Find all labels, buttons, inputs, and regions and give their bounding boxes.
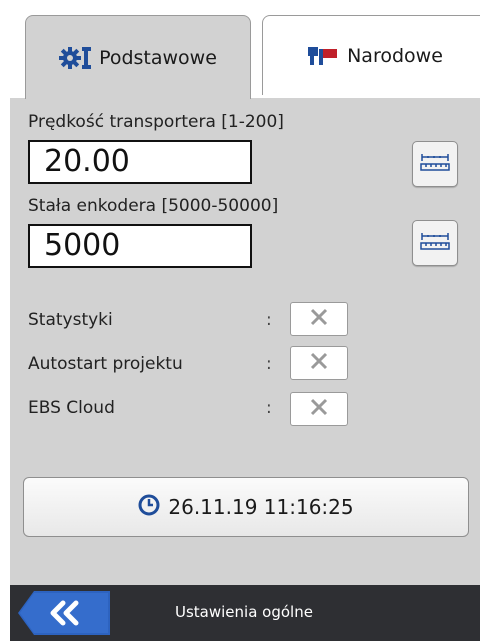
option-separator: : [266,354,272,374]
ruler-icon [420,231,450,255]
bottom-bar: Ustawienia ogólne [10,585,480,641]
clock-icon [138,494,160,521]
option-label-statistics: Statystyki [28,310,113,330]
ruler-icon [420,152,450,176]
settings-screen: Narodowe Prędkość transportera [1-200] 2… [10,0,480,641]
conveyor-speed-input[interactable]: 20.00 [28,140,252,184]
x-mark-icon [309,397,329,421]
statistics-checkbox[interactable] [290,302,348,336]
field-label-encoder-constant: Stała enkodera [5000-50000] [28,196,279,216]
option-separator: : [266,310,272,330]
datetime-button[interactable]: 26.11.19 11:16:25 [23,477,469,537]
x-mark-icon [309,351,329,375]
option-label-autostart: Autostart projektu [28,354,183,374]
encoder-constant-input[interactable]: 5000 [28,224,252,268]
flag-icon [307,44,341,68]
conveyor-speed-measure-button[interactable] [412,141,458,187]
option-separator: : [266,398,272,418]
tab-label: Narodowe [347,44,443,67]
screen-title: Ustawienia ogólne [175,603,313,621]
double-chevron-left-icon [18,591,110,635]
ebs-cloud-checkbox[interactable] [290,392,348,426]
tab-narodowe[interactable]: Narodowe [262,15,480,95]
option-label-ebs-cloud: EBS Cloud [28,398,115,418]
tab-label: Podstawowe [99,46,217,69]
encoder-constant-measure-button[interactable] [412,220,458,266]
field-label-conveyor-speed: Prędkość transportera [1-200] [28,112,284,132]
autostart-checkbox[interactable] [290,346,348,380]
x-mark-icon [309,307,329,331]
datetime-value: 26.11.19 11:16:25 [168,495,354,519]
tab-podstawowe[interactable]: Podstawowe [25,15,251,99]
back-button[interactable] [18,591,110,635]
gears-icon [59,45,93,71]
